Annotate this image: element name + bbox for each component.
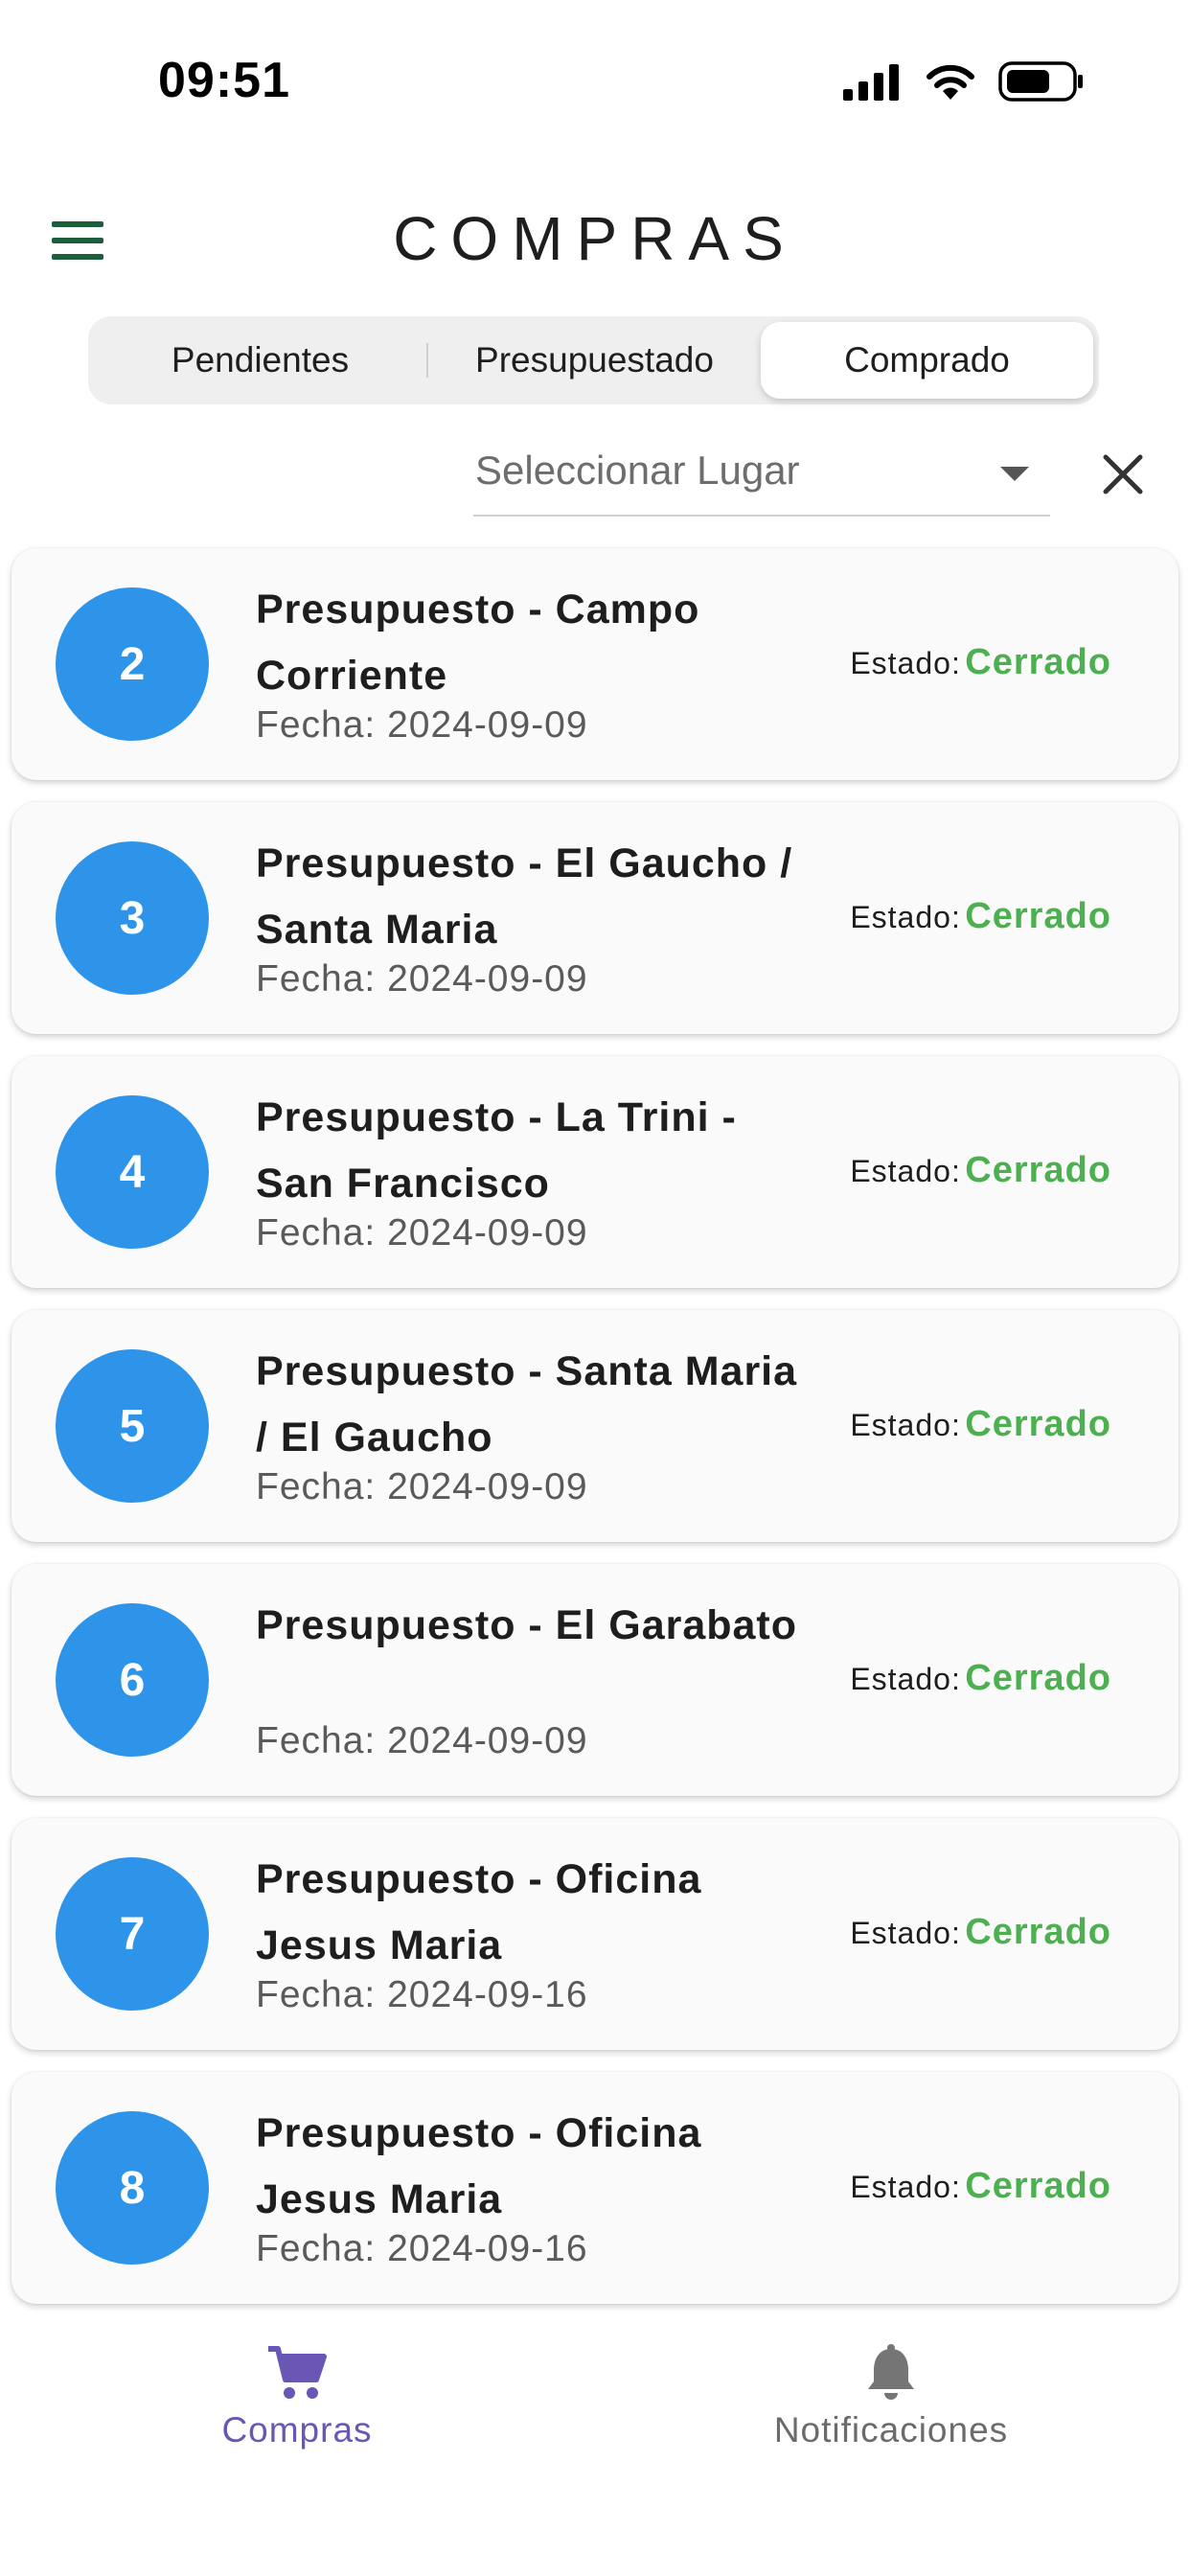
purchase-card[interactable]: 6 Presupuesto - El Garabato Fecha: 2024-… <box>11 1564 1179 1796</box>
status-label: Estado: <box>850 646 961 680</box>
wifi-icon <box>927 64 974 100</box>
status-value: Cerrado <box>965 1658 1111 1698</box>
status-label: Estado: <box>850 2170 961 2204</box>
item-number-avatar: 5 <box>56 1349 209 1503</box>
status-bar: 09:51 <box>0 0 1190 163</box>
status-time: 09:51 <box>158 53 290 108</box>
item-number-avatar: 8 <box>56 2111 209 2265</box>
close-icon <box>1103 454 1143 494</box>
page-title: COMPRAS <box>393 204 797 273</box>
item-status: Estado: Cerrado <box>850 2166 1111 2207</box>
item-status: Estado: Cerrado <box>850 1404 1111 1445</box>
item-status: Estado: Cerrado <box>850 1658 1111 1699</box>
item-title: Presupuesto - Campo Corriente <box>256 586 700 699</box>
item-title: Presupuesto - Santa Maria / El Gaucho <box>256 1348 798 1460</box>
nav-notificaciones-label: Notificaciones <box>773 2410 1009 2450</box>
status-label: Estado: <box>850 1916 961 1950</box>
purchase-card[interactable]: 3 Presupuesto - El Gaucho / Santa Maria … <box>11 802 1179 1034</box>
tab-comprado[interactable]: Comprado <box>761 322 1093 399</box>
status-value: Cerrado <box>965 642 1111 682</box>
status-label: Estado: <box>850 900 961 934</box>
nav-compras-label: Compras <box>221 2410 373 2450</box>
purchase-card[interactable]: 5 Presupuesto - Santa Maria / El Gaucho … <box>11 1310 1179 1542</box>
purchase-card[interactable]: 2 Presupuesto - Campo Corriente Fecha: 2… <box>11 548 1179 780</box>
nav-compras[interactable]: Compras <box>144 2343 450 2450</box>
signal-icon <box>843 64 899 101</box>
item-number-avatar: 3 <box>56 841 209 995</box>
item-status: Estado: Cerrado <box>850 642 1111 683</box>
caret-down-icon <box>1000 467 1029 481</box>
segmented-tabs: Pendientes Presupuestado Comprado <box>88 316 1099 404</box>
nav-notificaciones[interactable]: Notificaciones <box>738 2343 1044 2450</box>
item-date: Fecha: 2024-09-09 <box>256 958 588 1000</box>
item-title: Presupuesto - Oficina Jesus Maria <box>256 1856 702 1968</box>
place-select[interactable]: Seleccionar Lugar <box>473 436 1050 517</box>
item-number-avatar: 6 <box>56 1603 209 1757</box>
item-status: Estado: Cerrado <box>850 1912 1111 1953</box>
tab-pendientes[interactable]: Pendientes <box>94 322 426 399</box>
item-date: Fecha: 2024-09-16 <box>256 1974 588 2015</box>
status-label: Estado: <box>850 1662 961 1696</box>
bell-icon <box>868 2344 914 2400</box>
item-date: Fecha: 2024-09-09 <box>256 704 588 746</box>
item-date: Fecha: 2024-09-16 <box>256 2228 588 2269</box>
item-status: Estado: Cerrado <box>850 896 1111 937</box>
status-value: Cerrado <box>965 1404 1111 1444</box>
item-title: Presupuesto - La Trini - San Francisco <box>256 1094 737 1207</box>
item-title: Presupuesto - El Garabato <box>256 1602 798 1648</box>
battery-icon <box>998 61 1083 102</box>
clear-filter-button[interactable] <box>1094 446 1152 503</box>
item-date: Fecha: 2024-09-09 <box>256 1720 588 1761</box>
status-icons <box>843 58 1085 105</box>
app-screen: 09:51 COMPRAS Pendientes Presupuestado C… <box>0 0 1190 2576</box>
place-select-placeholder: Seleccionar Lugar <box>475 448 800 493</box>
bottom-nav: Compras Notificaciones <box>0 2314 1190 2576</box>
purchase-card[interactable]: 7 Presupuesto - Oficina Jesus Maria Fech… <box>11 1818 1179 2050</box>
item-number-avatar: 2 <box>56 587 209 741</box>
purchase-card[interactable]: 4 Presupuesto - La Trini - San Francisco… <box>11 1056 1179 1288</box>
purchase-card[interactable]: 8 Presupuesto - Oficina Jesus Maria Fech… <box>11 2072 1179 2304</box>
tab-presupuestado[interactable]: Presupuestado <box>428 322 761 399</box>
item-date: Fecha: 2024-09-09 <box>256 1212 588 1254</box>
item-number-avatar: 7 <box>56 1857 209 2011</box>
status-value: Cerrado <box>965 1150 1111 1190</box>
status-value: Cerrado <box>965 896 1111 936</box>
status-label: Estado: <box>850 1408 961 1442</box>
item-status: Estado: Cerrado <box>850 1150 1111 1191</box>
item-date: Fecha: 2024-09-09 <box>256 1466 588 1507</box>
item-number-avatar: 4 <box>56 1095 209 1249</box>
cart-icon <box>268 2346 327 2399</box>
item-title: Presupuesto - Oficina Jesus Maria <box>256 2110 702 2222</box>
status-value: Cerrado <box>965 2166 1111 2206</box>
status-label: Estado: <box>850 1154 961 1188</box>
item-title: Presupuesto - El Gaucho / Santa Maria <box>256 840 793 953</box>
status-value: Cerrado <box>965 1912 1111 1952</box>
